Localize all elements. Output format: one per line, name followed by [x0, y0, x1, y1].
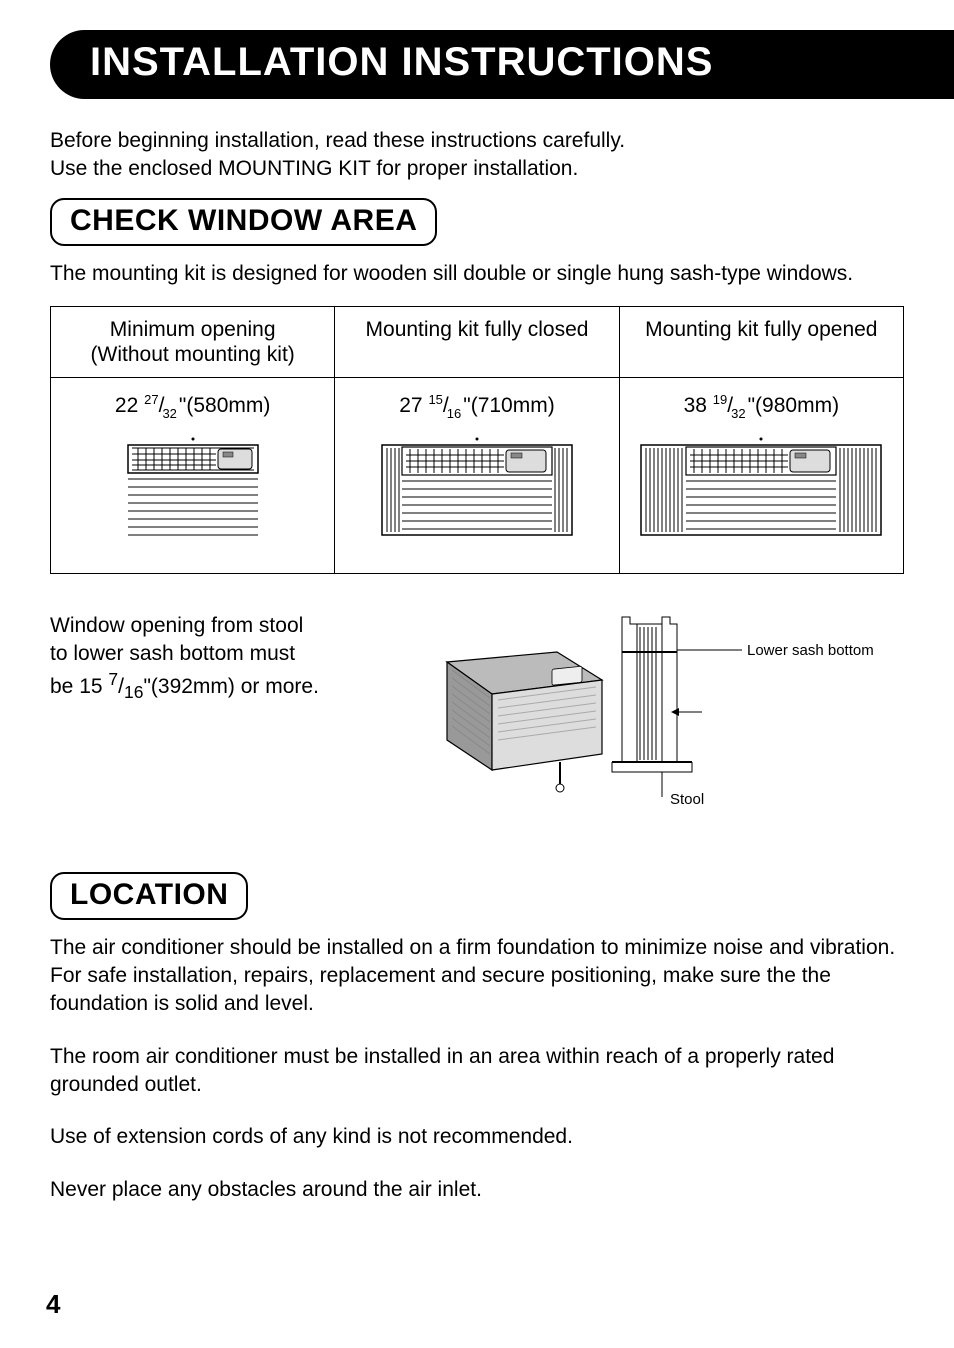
- page-title: INSTALLATION INSTRUCTIONS: [90, 40, 924, 85]
- intro-text: Before beginning installation, read thes…: [50, 127, 904, 184]
- measure-2-mm: (980mm): [755, 394, 839, 417]
- label-lower-sash: Lower sash bottom: [747, 642, 874, 659]
- location-heading: LOCATION: [70, 878, 228, 912]
- section-heading-location: LOCATION: [50, 872, 248, 920]
- header-1-l1: Mounting kit fully closed: [366, 318, 589, 341]
- window-spec-table: Minimum opening (Without mounting kit) M…: [50, 306, 904, 574]
- intro-line2: Use the enclosed MOUNTING KIT for proper…: [50, 157, 578, 180]
- check-window-desc: The mounting kit is designed for wooden …: [50, 260, 904, 288]
- measure-2-num: 19: [713, 392, 727, 407]
- stool-l3-post: "(392mm) or more.: [143, 675, 319, 698]
- measure-2-whole: 38: [684, 394, 707, 417]
- check-window-heading: CHECK WINDOW AREA: [70, 204, 417, 238]
- measure-0-mm: (580mm): [186, 394, 270, 417]
- measure-0-num: 27: [144, 392, 158, 407]
- label-stool: Stool: [670, 791, 704, 808]
- stool-num: 7: [108, 669, 118, 689]
- stool-l1: Window opening from stool: [50, 614, 303, 637]
- header-0-l2: (Without mounting kit): [91, 343, 295, 366]
- location-p3: Use of extension cords of any kind is no…: [50, 1123, 904, 1151]
- stool-l3-pre: be 15: [50, 675, 108, 698]
- table-cell-1: 27 15/16"(710mm): [335, 378, 619, 573]
- table-cell-2: 38 19/32"(980mm): [619, 378, 903, 573]
- measure-0-whole: 22: [115, 394, 138, 417]
- page-title-bar: INSTALLATION INSTRUCTIONS: [50, 30, 954, 99]
- window-illustration-open: [628, 435, 895, 555]
- location-p1: The air conditioner should be installed …: [50, 934, 904, 1019]
- measure-1-mm: (710mm): [471, 394, 555, 417]
- table-header-1: Mounting kit fully closed: [335, 307, 619, 378]
- stool-illustration: Lower sash bottom Stool: [390, 612, 904, 812]
- stool-row: Window opening from stool to lower sash …: [50, 612, 904, 812]
- measure-1-whole: 27: [399, 394, 422, 417]
- measure-2: 38 19/32"(980mm): [628, 392, 895, 420]
- header-0-l1: Minimum opening: [110, 318, 276, 341]
- table-header-0: Minimum opening (Without mounting kit): [51, 307, 335, 378]
- intro-line1: Before beginning installation, read thes…: [50, 129, 625, 152]
- location-body: The air conditioner should be installed …: [50, 934, 904, 1204]
- stool-den: 16: [124, 682, 143, 702]
- stool-l2: to lower sash bottom must: [50, 642, 295, 665]
- section-heading-check-window: CHECK WINDOW AREA: [50, 198, 437, 246]
- location-p4: Never place any obstacles around the air…: [50, 1176, 904, 1204]
- window-illustration-min: [59, 435, 326, 555]
- header-2-l1: Mounting kit fully opened: [645, 318, 877, 341]
- measure-1-num: 15: [428, 392, 442, 407]
- measure-2-den: 32: [731, 406, 745, 421]
- measure-0-den: 32: [162, 406, 176, 421]
- table-cell-0: 22 27/32"(580mm): [51, 378, 335, 573]
- window-illustration-closed: [343, 435, 610, 555]
- measure-1: 27 15/16"(710mm): [343, 392, 610, 420]
- measure-1-den: 16: [447, 406, 461, 421]
- table-header-2: Mounting kit fully opened: [619, 307, 903, 378]
- location-p2: The room air conditioner must be install…: [50, 1043, 904, 1100]
- stool-text: Window opening from stool to lower sash …: [50, 612, 350, 706]
- measure-0: 22 27/32"(580mm): [59, 392, 326, 420]
- page-number: 4: [46, 1289, 60, 1320]
